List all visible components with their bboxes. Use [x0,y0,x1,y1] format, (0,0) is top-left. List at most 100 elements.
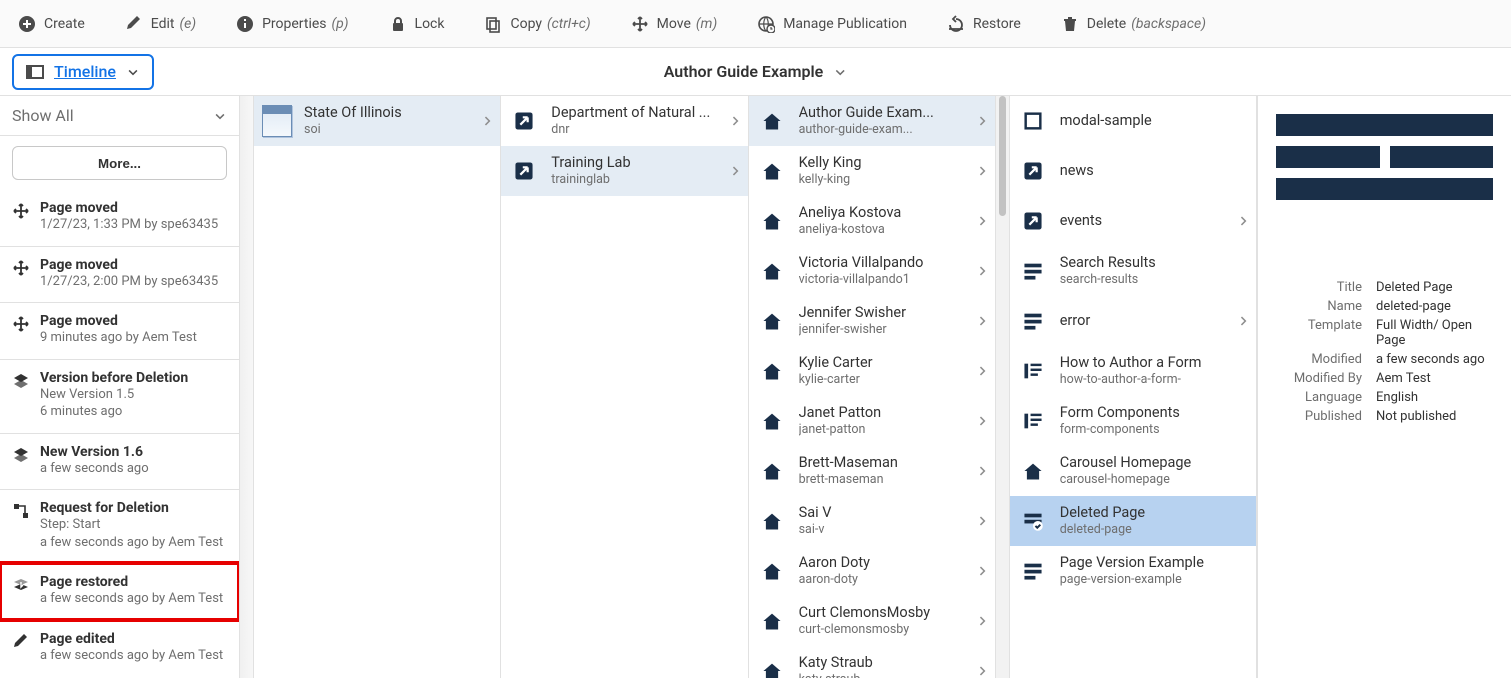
column-row[interactable]: Training Lab traininglab [501,146,747,196]
toolbar-label: Delete [1087,16,1126,32]
timeline-item-meta: 1/27/23, 1:33 PM by spe63435 [40,216,218,234]
column-row[interactable]: Aneliya Kostova aneliya-kostova [749,196,995,246]
chevron-right-icon [975,114,989,128]
row-sub: aneliya-kostova [799,222,963,237]
column-row[interactable]: Deleted Page deleted-page [1010,496,1256,546]
timeline-filter-label: Show All [12,106,74,125]
column-row[interactable]: Form Components form-components [1010,396,1256,446]
toolbar-label: Properties [262,16,326,32]
toolbar-edit[interactable]: Edit (e) [117,9,204,39]
rail-switcher[interactable]: Timeline [12,54,154,90]
toolbar-hint: (e) [180,16,197,32]
column-row[interactable]: Kylie Carter kylie-carter [749,346,995,396]
column-row[interactable]: Page Version Example page-version-exampl… [1010,546,1256,596]
row-title: Search Results [1060,254,1250,271]
row-title: Form Components [1060,404,1250,421]
row-title: Deleted Page [1060,504,1250,521]
row-title: Kelly King [799,154,963,171]
row-title: Jennifer Swisher [799,304,963,321]
column-row[interactable]: Search Results search-results [1010,246,1256,296]
toolbar-restore[interactable]: Restore [939,9,1029,39]
toolbar-properties[interactable]: Properties (p) [228,9,356,39]
column-row[interactable]: Department of Natural ... dnr [501,96,747,146]
toolbar-hint: (backspace) [1131,16,1206,32]
page-title[interactable]: Author Guide Example [664,62,848,81]
chevron-right-icon [480,114,494,128]
column-row[interactable]: Sai V sai-v [749,496,995,546]
timeline-item[interactable]: Version before Deletion New Version 1.56… [0,359,239,433]
row-sub: curt-clemonsmosby [799,622,963,637]
meta-key: Name [1276,299,1362,314]
main: Show All More... Page moved 1/27/23, 1:3… [0,96,1511,678]
toolbar-lock[interactable]: Lock [381,9,453,39]
home-icon [757,256,787,286]
timeline-more-button[interactable]: More... [12,146,227,180]
chevron-right-icon [975,164,989,178]
home-icon [757,606,787,636]
column-row[interactable]: Carousel Homepage carousel-homepage [1010,446,1256,496]
column-row[interactable]: Victoria Villalpando victoria-villalpand… [749,246,995,296]
timeline-item-title: Page moved [40,313,197,329]
column-row[interactable]: Katy Straub katy-straub [749,646,995,678]
meta-value: English [1376,390,1493,405]
chevron-right-icon [975,414,989,428]
move-icon [12,202,30,220]
meta-value: a few seconds ago [1376,352,1493,367]
chevron-right-icon [975,564,989,578]
meta-row: TemplateFull Width/ Open Page [1276,318,1493,348]
column-scrollbar[interactable] [996,96,1010,678]
home-icon [757,556,787,586]
rail-row: Timeline Author Guide Example [0,48,1511,96]
row-title: Sai V [799,504,963,521]
column-row[interactable]: Kelly King kelly-king [749,146,995,196]
toolbar-move[interactable]: Move (m) [623,9,726,39]
toolbar-label: Manage Publication [783,16,907,32]
timeline-item[interactable]: Page edited a few seconds ago by Aem Tes… [0,620,239,677]
column-row[interactable]: How to Author a Form how-to-author-a-for… [1010,346,1256,396]
meta-row: Modifieda few seconds ago [1276,352,1493,367]
chevron-right-icon [975,664,989,678]
column-row[interactable]: Janet Patton janet-patton [749,396,995,446]
chevron-right-icon [975,314,989,328]
toolbar-create[interactable]: Create [10,9,93,39]
column-row[interactable]: news [1010,146,1256,196]
meta-value: deleted-page [1376,299,1493,314]
toolbar-manage-publication[interactable]: Manage Publication [749,9,915,39]
timeline-item-title: Page restored [40,574,223,590]
chevron-right-icon [975,464,989,478]
move-icon [631,15,649,33]
timeline-filter[interactable]: Show All [0,96,239,136]
meta-key: Modified By [1276,371,1362,386]
chevron-right-icon [728,114,742,128]
row-sub: traininglab [551,172,715,187]
chevron-down-icon [833,65,847,79]
timeline-item-meta: 9 minutes ago by Aem Test [40,329,197,347]
redirect-icon [509,156,539,186]
column-row[interactable]: Aaron Doty aaron-doty [749,546,995,596]
column-row[interactable]: Author Guide Exam... author-guide-exam..… [749,96,995,146]
home-icon [757,356,787,386]
timeline-item[interactable]: Page moved 9 minutes ago by Aem Test [0,302,239,359]
timeline-item-title: Version before Deletion [40,370,188,386]
row-title: Janet Patton [799,404,963,421]
chevron-right-icon [728,164,742,178]
column-row[interactable]: modal-sample [1010,96,1256,146]
column-row[interactable]: error [1010,296,1256,346]
column-row[interactable]: State Of Illinois soi [254,96,500,146]
toolbar-copy[interactable]: Copy (ctrl+c) [476,9,598,39]
timeline-item[interactable]: Page moved 1/27/23, 2:00 PM by spe63435 [0,246,239,303]
toolbar-delete[interactable]: Delete (backspace) [1053,9,1214,39]
column-row[interactable]: events [1010,196,1256,246]
row-sub: page-version-example [1060,572,1250,587]
column-row[interactable]: Curt ClemonsMosby curt-clemonsmosby [749,596,995,646]
timeline-item[interactable]: Page moved 1/27/23, 1:33 PM by spe63435 [0,190,239,246]
timeline-item[interactable]: Page restored a few seconds ago by Aem T… [0,563,239,620]
chevron-right-icon [1236,214,1250,228]
timeline-item[interactable]: Request for Deletion Step: Starta few se… [0,489,239,563]
template-icon [1018,556,1048,586]
row-title: Aaron Doty [799,554,963,571]
row-sub: form-components [1060,422,1250,437]
column-row[interactable]: Brett-Maseman brett-maseman [749,446,995,496]
timeline-item[interactable]: New Version 1.6 a few seconds ago [0,433,239,490]
column-row[interactable]: Jennifer Swisher jennifer-swisher [749,296,995,346]
